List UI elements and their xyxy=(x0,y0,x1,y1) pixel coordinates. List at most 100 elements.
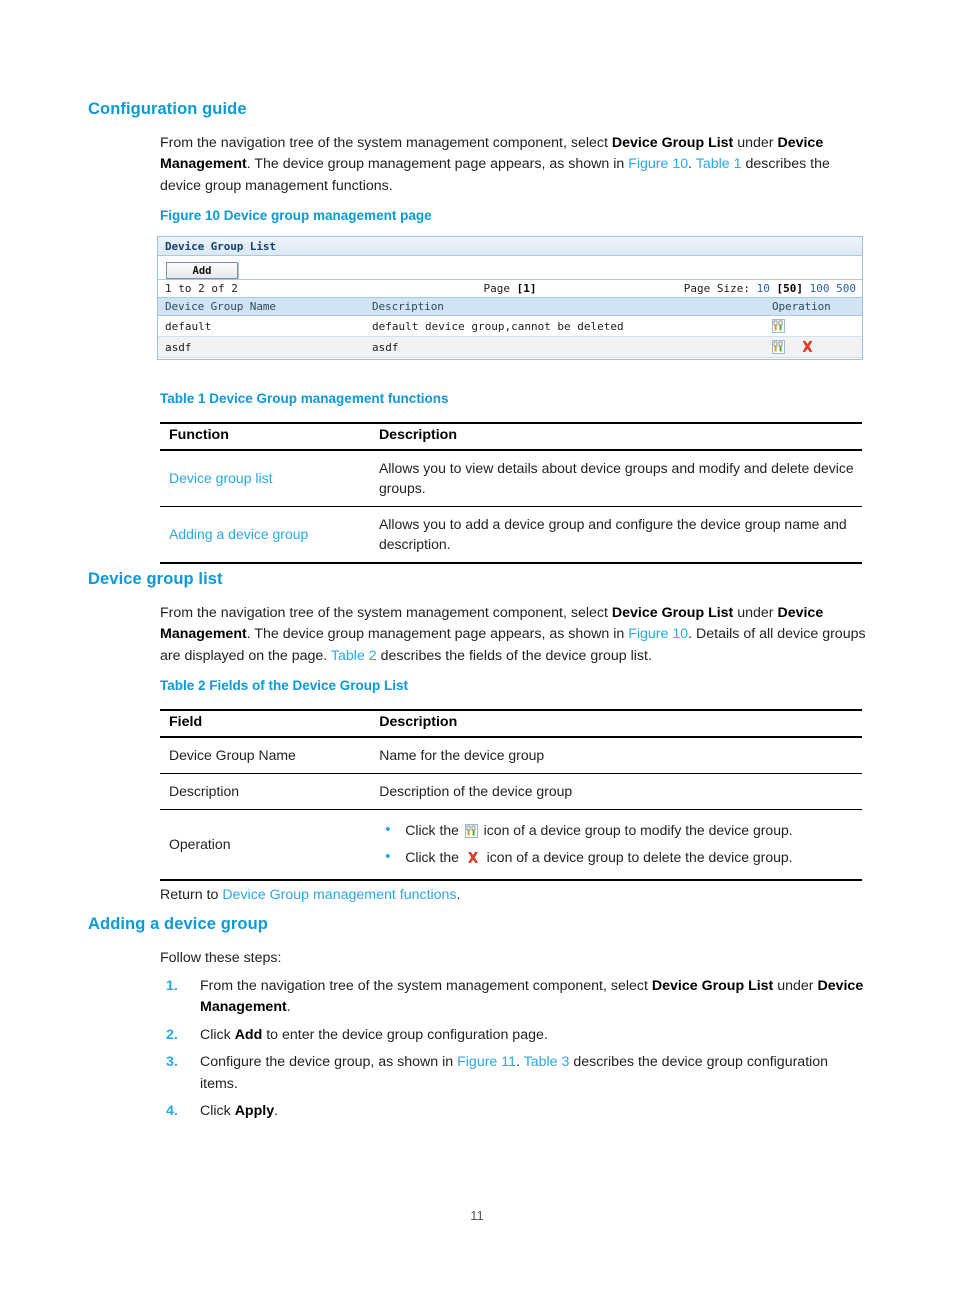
table-1: Function Description Device group list A… xyxy=(160,422,862,564)
link-adding-a-device-group[interactable]: Adding a device group xyxy=(169,526,308,542)
emphasis-text: Add xyxy=(234,1026,263,1043)
table-2-header-row: Field Description xyxy=(160,709,862,738)
cross-reference-link[interactable]: Table 3 xyxy=(524,1054,570,1070)
cross-reference-link[interactable]: Table 2 xyxy=(331,648,377,664)
text-run: . The device group management page appea… xyxy=(246,626,629,643)
figure-10-caption: Figure 10 Device group management page xyxy=(160,208,432,223)
cell-description: asdf xyxy=(365,336,765,358)
table-row: default default device group,cannot be d… xyxy=(158,315,862,337)
emphasis-text: Device Group List xyxy=(611,135,734,151)
link-device-group-management-functions[interactable]: Device Group management functions xyxy=(222,887,456,903)
steps-list: 1. From the navigation tree of the syste… xyxy=(160,976,866,1128)
cell-operation xyxy=(765,336,862,358)
cell-function-link[interactable]: Device group list xyxy=(160,450,370,507)
text-run: Click xyxy=(200,1103,235,1120)
cross-reference-link[interactable]: Figure 10 xyxy=(628,156,688,172)
text-run: to enter the device group configuration … xyxy=(262,1026,548,1043)
cell-device-group-name: default xyxy=(158,315,365,337)
page-size-option-500[interactable]: 500 xyxy=(836,282,856,295)
step-1-number: 1. xyxy=(166,978,178,994)
bullet-delete-suffix: icon of a device group to delete the dev… xyxy=(482,849,793,865)
column-header-function: Function xyxy=(160,422,370,451)
text-run: . xyxy=(286,999,291,1016)
table-row-operation: Operation Click the icon of a device gro… xyxy=(160,809,862,881)
cell-field-operation: Operation xyxy=(160,809,371,881)
text-run: Click xyxy=(200,1026,235,1043)
cell-field: Description xyxy=(160,773,371,810)
modify-icon[interactable] xyxy=(772,340,785,354)
table-row: Description Description of the device gr… xyxy=(160,773,862,810)
text-run: Configure the device group, as shown in xyxy=(200,1054,458,1071)
cell-description: Name for the device group xyxy=(370,737,862,774)
text-run: describes the fields of the device group… xyxy=(376,647,652,664)
page-size-control: Page Size: 10 [50] 100 500 xyxy=(684,280,856,298)
table-2-caption: Table 2 Fields of the Device Group List xyxy=(160,678,409,693)
column-header-field: Field xyxy=(160,709,371,738)
section-heading-adding-a-device-group: Adding a device group xyxy=(88,915,268,933)
return-to-line: Return to Device Group management functi… xyxy=(160,885,866,906)
column-header-description: Description xyxy=(370,709,862,738)
text-run: From the navigation tree of the system m… xyxy=(200,978,652,994)
text-run: under xyxy=(773,978,818,994)
section-heading-device-group-list: Device group list xyxy=(88,570,223,588)
table-2: Field Description Device Group Name Name… xyxy=(160,709,862,881)
cell-description: Description of the device group xyxy=(370,773,862,810)
cell-description: default device group,cannot be deleted xyxy=(365,315,765,337)
step-1-text: From the navigation tree of the system m… xyxy=(200,978,863,1015)
cell-device-group-name: asdf xyxy=(158,336,365,358)
text-run: . xyxy=(516,1054,524,1071)
page-size-label: Page Size: xyxy=(683,282,750,295)
step-4-text: Click Apply. xyxy=(200,1103,278,1119)
text-run: under xyxy=(733,605,778,621)
page-size-option-50-selected[interactable]: [50] xyxy=(777,282,804,295)
table-header-row: Device Group Name Description Operation xyxy=(158,298,862,316)
text-run: From the navigation tree of the system m… xyxy=(160,135,612,151)
figure-10-screenshot: Device Group List Add 1 to 2 of 2 Page [… xyxy=(157,236,863,360)
page-label: Page xyxy=(483,282,511,295)
column-header-operation[interactable]: Operation xyxy=(765,298,862,316)
modify-icon xyxy=(464,820,478,838)
table-1-header-row: Function Description xyxy=(160,422,862,451)
cross-reference-link[interactable]: Table 1 xyxy=(696,156,742,172)
emphasis-text: Apply xyxy=(234,1103,275,1120)
return-suffix: . xyxy=(456,887,461,903)
step-1: 1. From the navigation tree of the syste… xyxy=(160,976,866,1019)
panel-title-device-group-list: Device Group List xyxy=(158,237,862,256)
delete-icon[interactable] xyxy=(801,340,814,353)
emphasis-text: Device Group List xyxy=(651,978,774,994)
table-1-caption: Table 1 Device Group management function… xyxy=(160,391,449,406)
cell-description: Allows you to view details about device … xyxy=(369,450,862,507)
link-device-group-list[interactable]: Device group list xyxy=(169,470,273,486)
page-indicator: Page [1] xyxy=(484,280,537,298)
step-3-number: 3. xyxy=(166,1054,178,1071)
column-header-description: Description xyxy=(369,422,862,451)
device-group-table: Device Group Name Description Operation … xyxy=(158,298,862,358)
add-button[interactable]: Add xyxy=(166,262,238,279)
column-header-device-group-name[interactable]: Device Group Name xyxy=(158,298,365,316)
bullet-modify-suffix: icon of a device group to modify the dev… xyxy=(479,822,793,838)
return-prefix: Return to xyxy=(160,887,223,903)
section-heading-configuration-guide: Configuration guide xyxy=(88,100,247,118)
follow-these-steps-label: Follow these steps: xyxy=(160,950,282,966)
step-4: 4. Click Apply. xyxy=(160,1101,866,1122)
step-2-text: Click Add to enter the device group conf… xyxy=(200,1027,548,1043)
page-size-option-10[interactable]: 10 xyxy=(757,282,770,295)
page-number: 11 xyxy=(470,1208,484,1223)
column-header-description[interactable]: Description xyxy=(365,298,765,316)
cell-description-operation: Click the icon of a device group to modi… xyxy=(370,809,862,881)
document-page: Configuration guide From the navigation … xyxy=(0,0,954,1296)
page-size-option-100[interactable]: 100 xyxy=(810,282,830,295)
table-row: Device Group Name Name for the device gr… xyxy=(160,737,862,774)
cross-reference-link[interactable]: Figure 10 xyxy=(628,626,688,642)
bullet-modify: Click the icon of a device group to modi… xyxy=(379,816,856,844)
cell-function-link[interactable]: Adding a device group xyxy=(160,506,370,564)
text-run: . xyxy=(688,156,696,173)
cross-reference-link[interactable]: Figure 11 xyxy=(457,1054,516,1070)
record-range-text: 1 to 2 of 2 xyxy=(165,282,238,295)
paragraph-device-group-list: From the navigation tree of the system m… xyxy=(160,603,866,667)
step-2: 2. Click Add to enter the device group c… xyxy=(160,1025,866,1046)
bullet-modify-prefix: Click the xyxy=(405,822,463,838)
modify-icon[interactable] xyxy=(772,319,785,333)
panel-toolbar: Add xyxy=(158,256,862,280)
step-3-text: Configure the device group, as shown in … xyxy=(200,1054,828,1091)
